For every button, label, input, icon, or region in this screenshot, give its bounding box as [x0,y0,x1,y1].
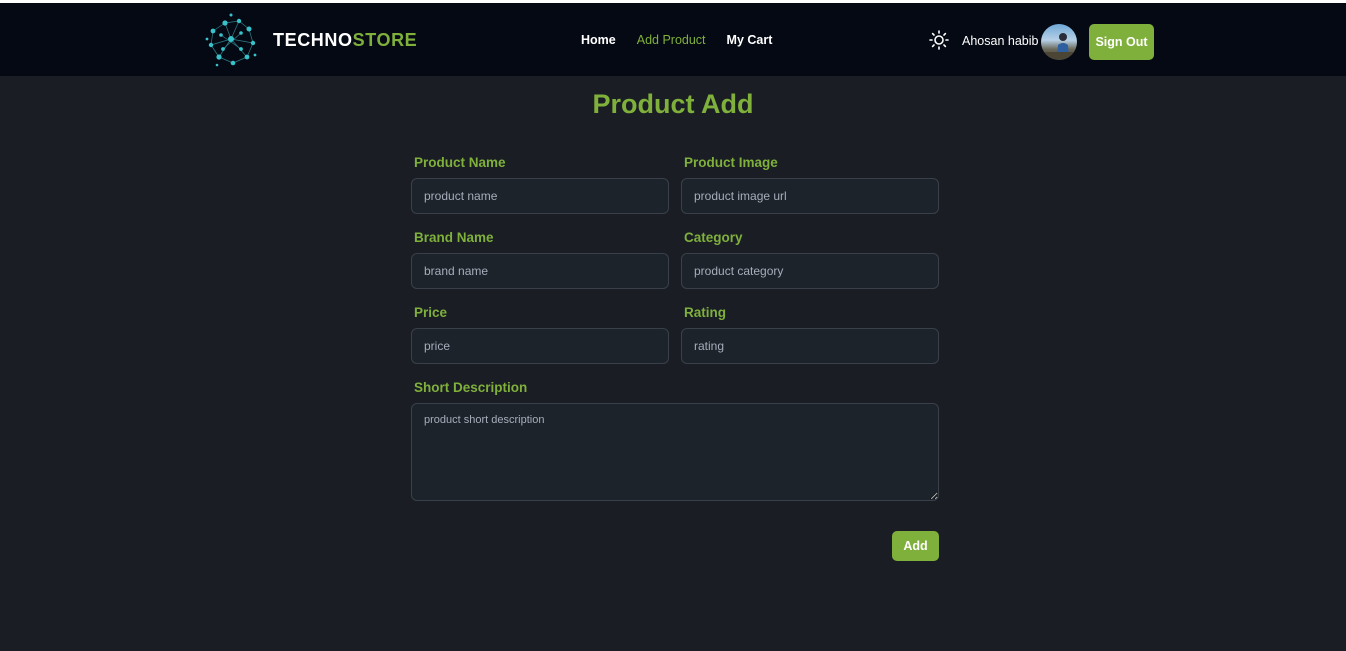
page-title: Product Add [592,89,754,119]
product-name-input[interactable] [411,178,669,214]
price-input[interactable] [411,328,669,364]
rating-input[interactable] [681,328,939,364]
product-image-label: Product Image [684,155,778,170]
brand-name[interactable]: TECHNOSTORE [273,30,417,51]
category-input[interactable] [681,253,939,289]
sun-icon[interactable] [929,30,949,50]
network-globe-logo-icon [205,13,257,67]
sign-out-button[interactable]: Sign Out [1089,24,1154,60]
main-nav: Home Add Product My Cart [581,33,772,47]
brand-name-label: Brand Name [414,230,494,245]
navbar: TECHNOSTORE Home Add Product My Cart Aho… [0,3,1346,76]
nav-link-add-product[interactable]: Add Product [637,33,706,47]
category-label: Category [684,230,743,245]
price-label: Price [414,305,448,320]
nav-link-my-cart[interactable]: My Cart [727,33,773,47]
add-product-button[interactable]: Add [892,531,939,561]
short-description-textarea[interactable] [411,403,939,501]
short-description-label: Short Description [414,380,528,395]
brand-name-part1: TECHNO [273,30,353,50]
product-image-input[interactable] [681,178,939,214]
user-name: Ahosan habib [962,34,1039,48]
brand-name-input[interactable] [411,253,669,289]
avatar[interactable] [1041,24,1077,60]
product-name-label: Product Name [414,155,506,170]
avatar-photo-icon [1041,33,1077,60]
rating-label: Rating [684,305,726,320]
nav-link-home[interactable]: Home [581,33,616,47]
brand-name-part2: STORE [352,30,418,50]
